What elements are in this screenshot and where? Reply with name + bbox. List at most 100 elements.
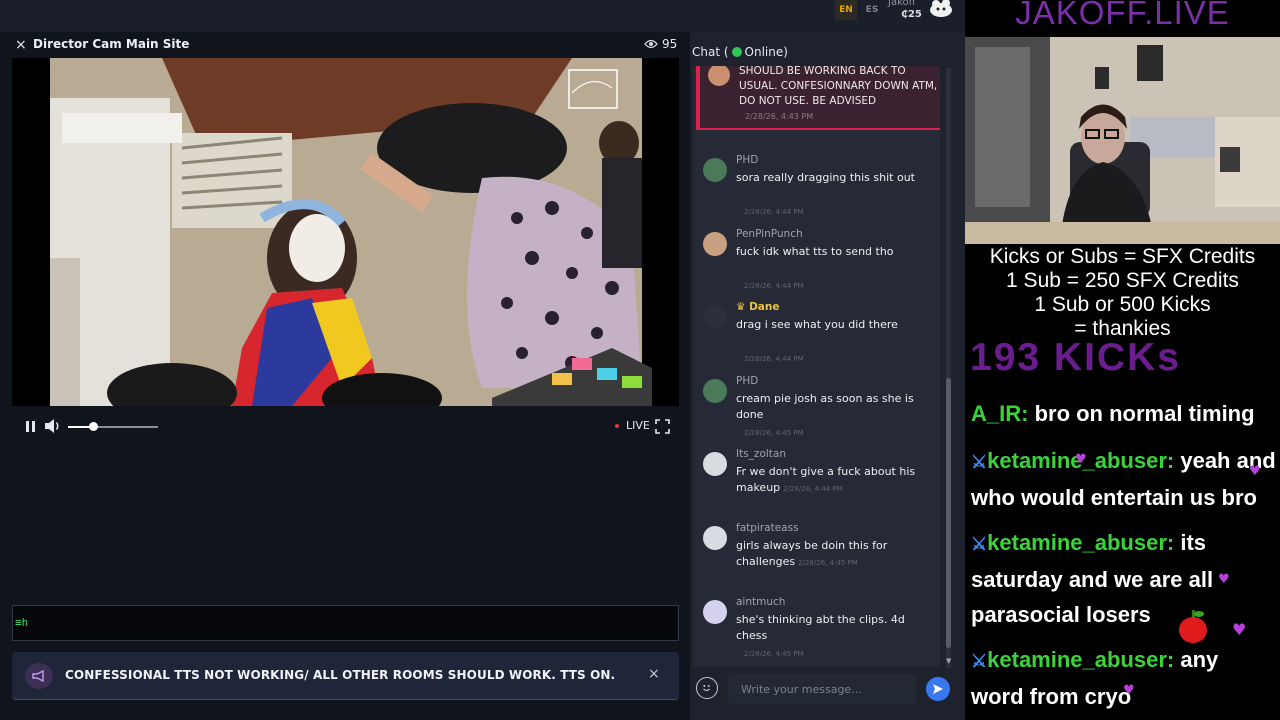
chat-username[interactable]: PenPinPunch (736, 228, 803, 240)
heart-icon: ♥ (1123, 683, 1135, 698)
credits-balance: ₵25 (901, 9, 922, 20)
megaphone-icon (25, 663, 53, 689)
announcement-banner: CONFESSIONAL TTS NOT WORKING/ ALL OTHER … (12, 652, 679, 700)
overlay-chat-message: ⚔ketamine_abuser: its saturday and we ar… (971, 525, 1276, 632)
language-es-button[interactable]: ES (862, 0, 882, 20)
sword-icon: ⚔ (971, 452, 988, 472)
heart-icon: ♥ (1218, 572, 1230, 587)
chat-message: PenPinPunch fuck idk what tts to send th… (693, 228, 940, 298)
overlay-chat-message: ⚔ketamine_abuser: any word from cryo (971, 642, 1276, 714)
top-bar: EN ES Jakoff ₵25 (0, 0, 965, 32)
overlay-chat-message: A_IR: bro on normal timing (971, 396, 1276, 431)
pinned-message: SHOULD BE WORKING BACK TO USUAL. CONFESI… (696, 66, 940, 130)
volume-icon[interactable] (44, 418, 62, 434)
player-controls: LIVE (12, 414, 679, 440)
overlay-chat-user: ketamine_abuser: (987, 647, 1175, 672)
chat-status: Online) (744, 45, 788, 59)
chat-text: girls always be doin this for challenges… (736, 538, 936, 571)
sword-icon: ⚔ (971, 651, 988, 671)
chat-message-list[interactable]: SHOULD BE WORKING BACK TO USUAL. CONFESI… (693, 66, 940, 666)
stream-app: EN ES Jakoff ₵25 × Director Cam Main Sit… (0, 0, 965, 720)
heart-icon: ♥ (1249, 464, 1261, 479)
chat-message: Its_zoltan Fr we don't give a fuck about… (693, 448, 940, 518)
overlay-chat-message: ⚔ketamine_abuser: yeah and who would ent… (971, 443, 1276, 515)
chat-avatar[interactable] (703, 452, 727, 476)
volume-slider[interactable] (68, 422, 158, 431)
close-announcement-button[interactable]: × (648, 666, 660, 682)
chat-text: drag i see what you did there 2/28/26, 4:… (736, 317, 936, 363)
overlay-line: Kicks or Subs = SFX Credits (989, 245, 1256, 268)
chat-text: cream pie josh as soon as she is done 2/2… (736, 391, 936, 437)
chat-avatar[interactable] (703, 305, 727, 329)
webcam-feed (965, 37, 1280, 244)
chat-body: drag i see what you did there (736, 318, 898, 331)
pause-icon[interactable] (24, 420, 38, 434)
kick-counter: 193 KICKs (970, 336, 1181, 379)
chat-username[interactable]: PHD (736, 375, 758, 387)
close-player-button[interactable]: × (15, 37, 27, 53)
chat-avatar[interactable] (703, 526, 727, 550)
chat-body: sora really dragging this shit out (736, 171, 915, 184)
chat-username[interactable]: Its_zoltan (736, 448, 786, 460)
pinned-time: 2/28/26, 4:43 PM (745, 112, 814, 121)
overlay-title: JAKOFF.LIVE (1015, 0, 1230, 31)
camera-title: Director Cam Main Site (33, 37, 190, 51)
chat-text: fuck idk what tts to send tho 2/28/26, 4:… (736, 244, 936, 290)
video-frame-image (12, 58, 679, 406)
tts-icon: ≡h (15, 616, 29, 629)
chat-avatar[interactable] (703, 600, 727, 624)
chat-username[interactable]: ♛ Dane (736, 301, 779, 313)
overlay-chat-text: bro on normal timing (1028, 401, 1255, 426)
pinned-text: SHOULD BE WORKING BACK TO USUAL. CONFESI… (739, 66, 938, 107)
chat-time: 2/28/26, 4:45 PM (744, 429, 804, 437)
live-label: LIVE (626, 419, 650, 432)
chat-username[interactable]: aintmuch (736, 596, 785, 608)
chat-time: 2/28/26, 4:44 PM (744, 355, 804, 363)
overlay-line: 1 Sub or 500 Kicks (1034, 293, 1211, 316)
chat-body: cream pie josh as soon as she is done (736, 392, 914, 421)
chat-avatar[interactable] (703, 379, 727, 403)
pinned-avatar (708, 66, 730, 86)
overlay-chat-user: A_IR: (971, 401, 1029, 426)
chat-scrollbar[interactable] (946, 68, 951, 668)
emoji-icon[interactable] (696, 677, 718, 699)
chat-panel: Chat ( Online) SHOULD BE WORKING BACK TO … (690, 32, 965, 720)
chat-message: PHD cream pie josh as soon as she is don… (693, 375, 940, 445)
user-avatar-icon[interactable] (928, 0, 954, 20)
chat-time: 2/28/26, 4:44 PM (744, 208, 804, 216)
chat-message-input[interactable] (728, 674, 916, 704)
chat-message: ♛ Dane drag i see what you did there 2/28… (693, 301, 940, 371)
send-icon[interactable] (926, 677, 950, 701)
scroll-down-icon[interactable]: ▼ (946, 657, 951, 665)
chat-username[interactable]: fatpirateass (736, 522, 799, 534)
announcement-text: CONFESSIONAL TTS NOT WORKING/ ALL OTHER … (65, 668, 616, 682)
heart-icon: ♥ (1232, 620, 1247, 639)
chat-avatar[interactable] (703, 232, 727, 256)
live-indicator-dot (615, 424, 619, 428)
volume-knob[interactable] (89, 422, 99, 431)
apple-sticker-icon (1179, 610, 1207, 643)
chat-username[interactable]: PHD (736, 154, 758, 166)
chat-header: Chat ( Online) (692, 45, 788, 59)
chat-composer (690, 672, 965, 720)
viewer-count: 95 (662, 37, 678, 51)
video-feed[interactable] (12, 58, 679, 406)
chat-message: aintmuch she's thinking abt the clips. 4… (693, 596, 940, 666)
webcam-image (965, 37, 1280, 244)
chat-time: 2/28/26, 4:45 PM (798, 559, 858, 567)
overlay-chat-user: ketamine_abuser: (987, 530, 1175, 555)
chat-scroll-thumb[interactable] (946, 378, 951, 648)
heart-icon: ♥ (1075, 452, 1087, 467)
chat-body: fuck idk what tts to send tho (736, 245, 894, 258)
chat-text: sora really dragging this shit out 2/28/2… (736, 170, 936, 216)
chat-text: she's thinking abt the clips. 4d chess 2/… (736, 612, 936, 658)
fullscreen-icon[interactable] (655, 419, 670, 434)
language-en-button[interactable]: EN (835, 0, 857, 20)
crown-icon: ♛ (736, 301, 746, 313)
chat-text: Fr we don't give a fuck about his makeup… (736, 464, 936, 497)
tts-status-bar: ≡h (12, 605, 679, 641)
chat-avatar[interactable] (703, 158, 727, 182)
online-status-dot (731, 47, 742, 57)
sword-icon: ⚔ (971, 534, 988, 554)
chat-header-label: Chat ( (692, 45, 729, 59)
